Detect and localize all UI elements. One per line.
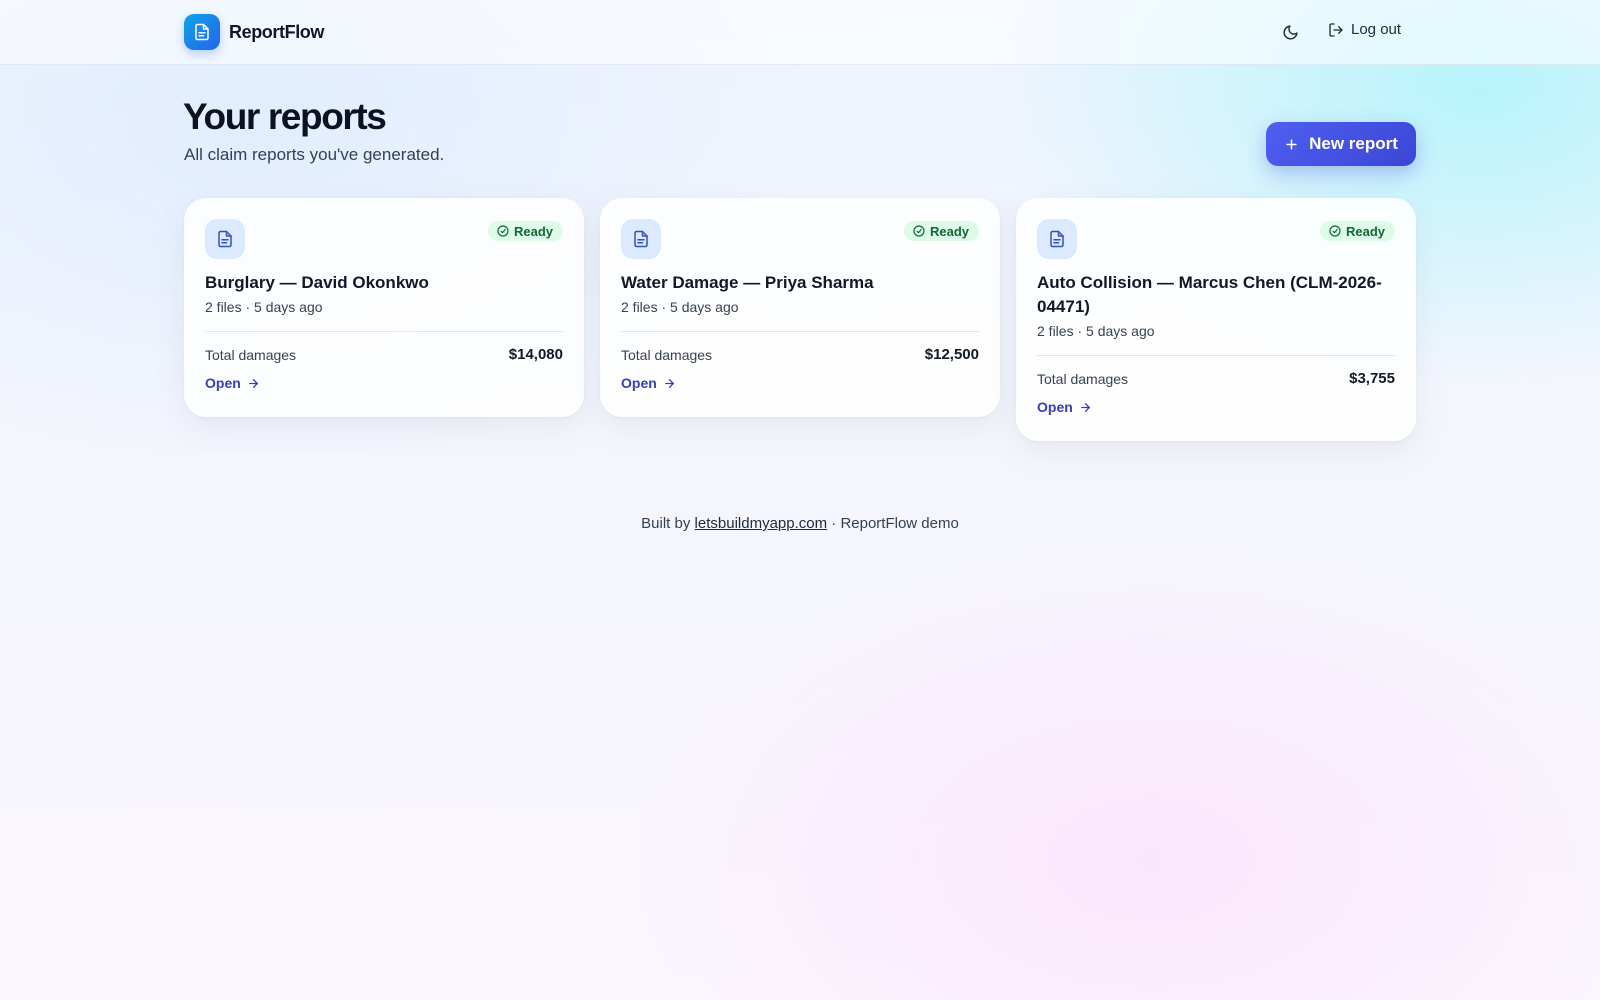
open-report-link[interactable]: Open	[621, 375, 676, 391]
open-label: Open	[1037, 399, 1073, 415]
total-damages-value: $3,755	[1349, 370, 1395, 387]
status-badge: Ready	[1319, 221, 1395, 241]
report-meta: 2 files · 5 days ago	[1037, 323, 1155, 339]
status-label: Ready	[929, 223, 969, 239]
footer: Built by letsbuildmyapp.com · ReportFlow…	[0, 515, 1600, 532]
report-card[interactable]: Ready Burglary — David Okonkwo 2 files ·…	[184, 198, 584, 417]
open-report-link[interactable]: Open	[205, 375, 260, 391]
open-label: Open	[621, 375, 657, 391]
logout-button[interactable]: Log out	[1328, 21, 1401, 38]
divider	[621, 331, 979, 332]
footer-suffix: · ReportFlow demo	[831, 515, 959, 532]
report-meta: 2 files · 5 days ago	[621, 299, 739, 315]
footer-prefix: Built by	[641, 515, 691, 532]
moon-icon	[1283, 24, 1298, 39]
report-meta: 2 files · 5 days ago	[205, 299, 323, 315]
check-circle-icon	[913, 225, 925, 237]
total-damages-label: Total damages	[1037, 370, 1129, 387]
check-circle-icon	[497, 225, 509, 237]
brand[interactable]: ReportFlow	[184, 14, 324, 50]
report-card[interactable]: Ready Water Damage — Priya Sharma 2 file…	[600, 198, 1000, 417]
status-badge: Ready	[487, 221, 563, 241]
theme-toggle-button[interactable]	[1276, 18, 1304, 46]
logout-icon	[1329, 22, 1343, 37]
page-subtitle: All claim reports you've generated.	[184, 145, 445, 164]
report-card[interactable]: Ready Auto Collision — Marcus Chen (CLM-…	[1016, 198, 1416, 441]
arrow-right-icon	[1080, 402, 1090, 412]
open-report-link[interactable]: Open	[1037, 399, 1092, 415]
total-damages-value: $14,080	[508, 346, 563, 363]
open-label: Open	[205, 375, 241, 391]
brand-name: ReportFlow	[229, 21, 324, 42]
logout-label: Log out	[1351, 21, 1402, 38]
plus-icon	[1286, 138, 1297, 150]
footer-link[interactable]: letsbuildmyapp.com	[695, 515, 828, 532]
divider	[1037, 355, 1395, 356]
page-title: Your reports	[183, 96, 387, 137]
status-label: Ready	[513, 223, 553, 239]
new-report-button[interactable]: New report	[1266, 122, 1416, 166]
total-damages-label: Total damages	[205, 346, 297, 363]
document-icon	[184, 14, 220, 50]
report-title: Auto Collision — Marcus Chen (CLM-2026-0…	[1037, 273, 1382, 316]
total-damages-value: $12,500	[924, 346, 979, 363]
report-title: Water Damage — Priya Sharma	[621, 273, 874, 292]
top-bar: ReportFlow Log out	[0, 0, 1600, 65]
total-damages-label: Total damages	[621, 346, 713, 363]
document-icon	[621, 219, 661, 259]
check-circle-icon	[1329, 225, 1341, 237]
new-report-label: New report	[1309, 134, 1398, 153]
document-icon	[1037, 219, 1077, 259]
divider	[205, 331, 563, 332]
document-icon	[205, 219, 245, 259]
arrow-right-icon	[664, 378, 674, 388]
report-title: Burglary — David Okonkwo	[205, 273, 429, 292]
status-label: Ready	[1345, 223, 1385, 239]
arrow-right-icon	[248, 378, 258, 388]
status-badge: Ready	[903, 221, 979, 241]
